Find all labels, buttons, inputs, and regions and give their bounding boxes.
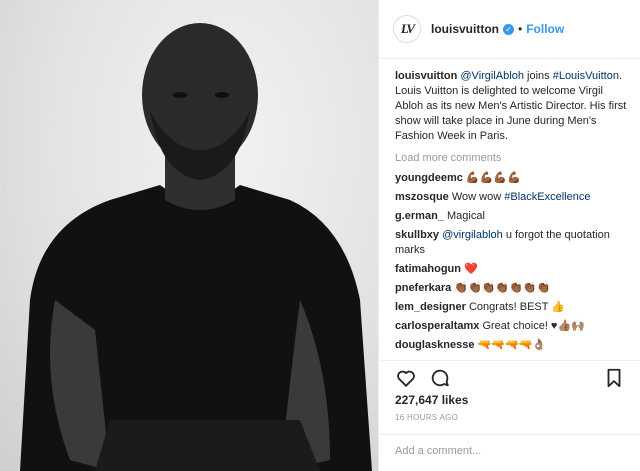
comment: pneferkara 👏🏾👏🏾👏🏾👏🏾👏🏾👏🏾👏🏾 (395, 281, 627, 296)
comment: mszosque Wow wow #BlackExcellence (395, 190, 627, 205)
comment-username[interactable]: pneferkara (395, 282, 451, 294)
post-sidebar: LV louisvuitton ✓ • Follow louisvuitton … (378, 0, 640, 471)
comment-username[interactable]: skullbxy (395, 229, 439, 241)
comment-text: Great choice! ♥👍🏽🙌🏽 (482, 320, 585, 332)
verified-badge-icon: ✓ (503, 23, 514, 35)
load-more-comments-button[interactable]: Load more comments (395, 151, 627, 166)
separator-dot: • (518, 22, 523, 36)
follow-button[interactable]: Follow (526, 22, 564, 36)
comment: carlosperaltamx Great choice! ♥👍🏽🙌🏽 (395, 319, 627, 334)
post-caption: louisvuitton @VirgilAbloh joins #LouisVu… (395, 69, 627, 144)
comment-text: Wow wow (451, 191, 505, 203)
comment-username[interactable]: carlosperaltamx (395, 320, 479, 332)
caption-mention[interactable]: @VirgilAbloh (460, 70, 524, 82)
comment-text: Congrats! BEST 👍 (468, 301, 566, 313)
avatar[interactable]: LV (393, 15, 421, 43)
bookmark-icon[interactable] (603, 367, 625, 389)
comment-username[interactable]: youngdeemc (395, 172, 463, 184)
comment: youngdeemc 💪🏾💪🏾💪🏾💪🏾 (395, 171, 627, 186)
caption-hashtag[interactable]: #LouisVuitton (553, 70, 619, 82)
action-bar (379, 360, 640, 394)
comment: lem_designer Congrats! BEST 👍 (395, 300, 627, 315)
caption-username[interactable]: louisvuitton (395, 70, 457, 82)
comment: douglasknesse 🔫🔫🔫🔫👌🏽 (395, 338, 627, 353)
comment-username[interactable]: g.erman_ (395, 210, 444, 222)
caption-text: Louis Vuitton is delighted to welcome Vi… (395, 85, 627, 142)
comment-username[interactable]: douglasknesse (395, 339, 474, 351)
header-username[interactable]: louisvuitton (431, 22, 499, 36)
instagram-post: LV louisvuitton ✓ • Follow louisvuitton … (0, 0, 640, 471)
comment-text: 🔫🔫🔫🔫👌🏽 (477, 339, 547, 351)
post-timestamp[interactable]: 16 HOURS AGO (395, 413, 458, 422)
heart-icon[interactable] (395, 367, 417, 389)
comment-icon[interactable] (429, 367, 451, 389)
comment-text: 👏🏾👏🏾👏🏾👏🏾👏🏾👏🏾👏🏾 (454, 282, 551, 294)
caption-dot: . (618, 70, 623, 82)
comment-username[interactable]: lem_designer (395, 301, 466, 313)
comment: g.erman_ Magical (395, 209, 627, 224)
comment: skullbxy @virgilabloh u forgot the quota… (395, 228, 627, 258)
comment-text: Magical (446, 210, 485, 222)
comment-username[interactable]: mszosque (395, 191, 449, 203)
comment-hashtag[interactable]: #BlackExcellence (504, 191, 590, 203)
caption-joins: joins (523, 70, 553, 82)
comments-section: louisvuitton @VirgilAbloh joins #LouisVu… (379, 59, 640, 356)
likes-count[interactable]: 227,647 likes (395, 393, 468, 407)
comment-mention[interactable]: @virgilabloh (442, 229, 503, 241)
portrait-illustration (20, 23, 372, 471)
comment: fatimahogun ❤️ (395, 262, 627, 277)
comment-text: 💪🏾💪🏾💪🏾💪🏾 (465, 172, 521, 184)
post-header: LV louisvuitton ✓ • Follow (379, 0, 640, 59)
comment-username[interactable]: fatimahogun (395, 263, 461, 275)
post-photo[interactable] (0, 0, 378, 471)
comment-text: ❤️ (464, 263, 478, 275)
add-comment-input[interactable]: Add a comment... (379, 434, 640, 471)
